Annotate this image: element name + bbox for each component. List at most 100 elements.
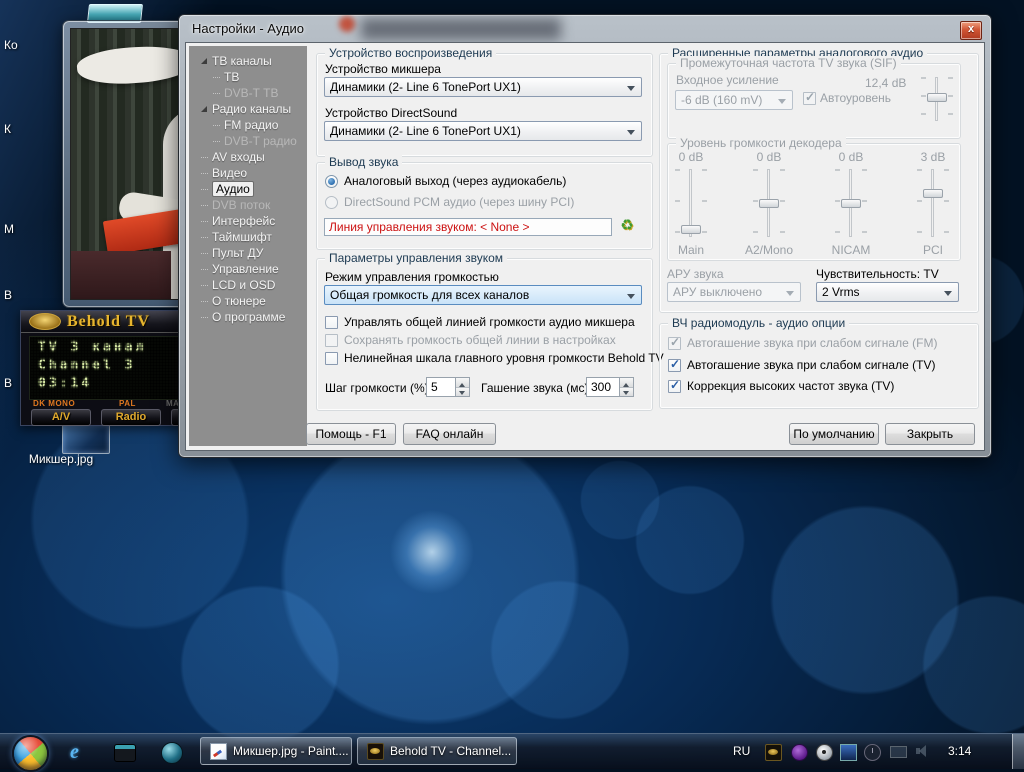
tree-item-about-tuner[interactable]: О тюнере <box>189 293 307 309</box>
tray-behold-icon[interactable] <box>765 744 782 761</box>
volume-step-label: Шаг громкости (%) <box>325 381 429 395</box>
taskbar-button-behold[interactable]: Behold TV - Channel... <box>357 737 517 765</box>
expander-icon[interactable] <box>201 106 207 112</box>
faq-button[interactable]: FAQ онлайн <box>403 423 496 445</box>
tray-clock-icon[interactable] <box>864 744 881 761</box>
decoder-slider-nicam <box>833 163 869 243</box>
tray-display-icon[interactable] <box>840 744 857 761</box>
save-volume-label: Сохранять громкость общей линии в настро… <box>344 333 616 347</box>
tree-item-tv-channels[interactable]: ТВ каналы <box>189 53 307 69</box>
tree-item-video[interactable]: Видео <box>189 165 307 181</box>
mute-time-label: Гашение звука (мс) <box>481 381 589 395</box>
save-volume-checkbox <box>325 334 338 347</box>
tree-item-dvb-stream: DVB поток <box>189 197 307 213</box>
start-button[interactable] <box>12 735 49 772</box>
input-gain-combo: -6 dB (160 mV) <box>675 90 793 110</box>
desktop-icon-label[interactable]: Ко <box>4 38 18 52</box>
mixer-device-label: Устройство микшера <box>325 62 441 76</box>
tree-item-remote[interactable]: Пульт ДУ <box>189 245 307 261</box>
dialog-titlebar[interactable]: Настройки - Аудио <box>179 15 991 42</box>
radio-button[interactable]: Radio <box>101 409 161 426</box>
language-indicator[interactable]: RU <box>733 734 750 769</box>
media-app-icon[interactable] <box>114 744 136 762</box>
tree-item-dvbt-tv: DVB-T ТВ <box>189 85 307 101</box>
slider-value: 3 dB <box>915 150 951 164</box>
slider-thumb <box>681 225 701 234</box>
sensitivity-combo[interactable]: 2 Vrms <box>816 282 959 302</box>
clock[interactable]: 3:14 <box>948 734 971 769</box>
tree-item-fm-radio[interactable]: FM радио <box>189 117 307 133</box>
internet-explorer-icon[interactable]: e <box>70 742 90 762</box>
tray-monitor-icon[interactable] <box>890 746 907 758</box>
nonlinear-scale-label[interactable]: Нелинейная шкала главного уровня громкос… <box>344 351 664 365</box>
show-desktop-button[interactable] <box>1012 734 1024 769</box>
task-label: Behold TV - Channel... <box>390 744 511 758</box>
tree-item-control[interactable]: Управление <box>189 261 307 277</box>
agc-combo: АРУ выключено <box>667 282 801 302</box>
tv-mute-checkbox[interactable] <box>668 359 681 372</box>
lcd-line-2: Channel 3 <box>38 358 135 373</box>
volume-step-spinner[interactable]: 5 <box>426 377 470 397</box>
dialog-title: Настройки - Аудио <box>192 21 304 36</box>
slider-value: 0 dB <box>833 150 869 164</box>
behold-logo-icon <box>29 313 61 330</box>
widget-title: Behold TV <box>67 313 150 331</box>
volume-mode-combo[interactable]: Общая громкость для всех каналов <box>324 285 642 305</box>
group-caption: Параметры управления звуком <box>325 251 507 265</box>
desktop-icon-label[interactable]: В <box>4 288 12 302</box>
refresh-icon[interactable]: ♻ <box>617 216 637 236</box>
expander-icon[interactable] <box>201 58 207 64</box>
nonlinear-scale-checkbox[interactable] <box>325 352 338 365</box>
sound-control-line-field: Линия управления звуком: < None > <box>324 218 612 236</box>
tree-item-interface[interactable]: Интерфейс <box>189 213 307 229</box>
av-button[interactable]: A/V <box>31 409 91 426</box>
tree-item-av-inputs[interactable]: AV входы <box>189 149 307 165</box>
desktop-icon-label[interactable]: К <box>4 122 11 136</box>
slider-name: NICAM <box>829 243 873 257</box>
slider-value: 0 dB <box>751 150 787 164</box>
close-button[interactable]: x <box>960 21 982 40</box>
task-label: Микшер.jpg - Paint.... <box>233 744 349 758</box>
mixer-device-combo[interactable]: Динамики (2- Line 6 TonePort UX1) <box>324 77 642 97</box>
spin-down-button[interactable] <box>620 387 633 397</box>
defaults-button[interactable]: По умолчанию <box>789 423 879 445</box>
taskbar: e Микшер.jpg - Paint.... Behold TV - Cha… <box>0 733 1024 769</box>
tree-item-timeshift[interactable]: Таймшифт <box>189 229 307 245</box>
treble-correction-label[interactable]: Коррекция высоких частот звука (TV) <box>687 379 894 393</box>
tree-item-tv[interactable]: ТВ <box>189 69 307 85</box>
tree-item-radio-channels[interactable]: Радио каналы <box>189 101 307 117</box>
spin-down-button[interactable] <box>456 387 469 397</box>
mute-time-spinner[interactable]: 300 <box>586 377 634 397</box>
help-button[interactable]: Помощь - F1 <box>306 423 396 445</box>
taskbar-button-paint[interactable]: Микшер.jpg - Paint.... <box>200 737 352 765</box>
treble-correction-checkbox[interactable] <box>668 380 681 393</box>
volume-mode-label: Режим управления громкостью <box>325 270 499 284</box>
close-dialog-button[interactable]: Закрыть <box>885 423 975 445</box>
decoder-slider-main <box>673 163 709 243</box>
player-icon[interactable] <box>161 742 183 764</box>
tree-item-about-program[interactable]: О программе <box>189 309 307 325</box>
volume-step-value[interactable]: 5 <box>426 377 456 397</box>
sif-level-slider <box>919 71 955 127</box>
tv-mute-label[interactable]: Автогашение звука при слабом сигнале (TV… <box>687 358 935 372</box>
titlebar-glass-blob <box>339 16 355 32</box>
spin-up-button[interactable] <box>620 378 633 387</box>
input-gain-label: Входное усиление <box>676 73 779 87</box>
tray-torrent-icon[interactable] <box>791 744 808 761</box>
mute-time-value[interactable]: 300 <box>586 377 620 397</box>
tree-item-lcd-osd[interactable]: LCD и OSD <box>189 277 307 293</box>
desktop-icon-label[interactable]: М <box>4 222 14 236</box>
tray-app-icon[interactable] <box>816 744 833 761</box>
analog-output-label[interactable]: Аналоговый выход (через аудиокабель) <box>344 174 566 188</box>
analog-output-radio[interactable] <box>325 175 338 188</box>
mixer-file-icon[interactable] <box>62 424 110 454</box>
tree-item-dvbt-radio: DVB-T радио <box>189 133 307 149</box>
directsound-device-combo[interactable]: Динамики (2- Line 6 TonePort UX1) <box>324 121 642 141</box>
mixer-file-label[interactable]: Микшер.jpg <box>6 452 116 466</box>
tray-speaker-icon[interactable] <box>916 748 920 754</box>
master-line-label[interactable]: Управлять общей линией громкости аудио м… <box>344 315 635 329</box>
master-line-checkbox[interactable] <box>325 316 338 329</box>
desktop-icon-label[interactable]: В <box>4 376 12 390</box>
tree-item-audio[interactable]: Аудио <box>189 181 307 197</box>
spin-up-button[interactable] <box>456 378 469 387</box>
